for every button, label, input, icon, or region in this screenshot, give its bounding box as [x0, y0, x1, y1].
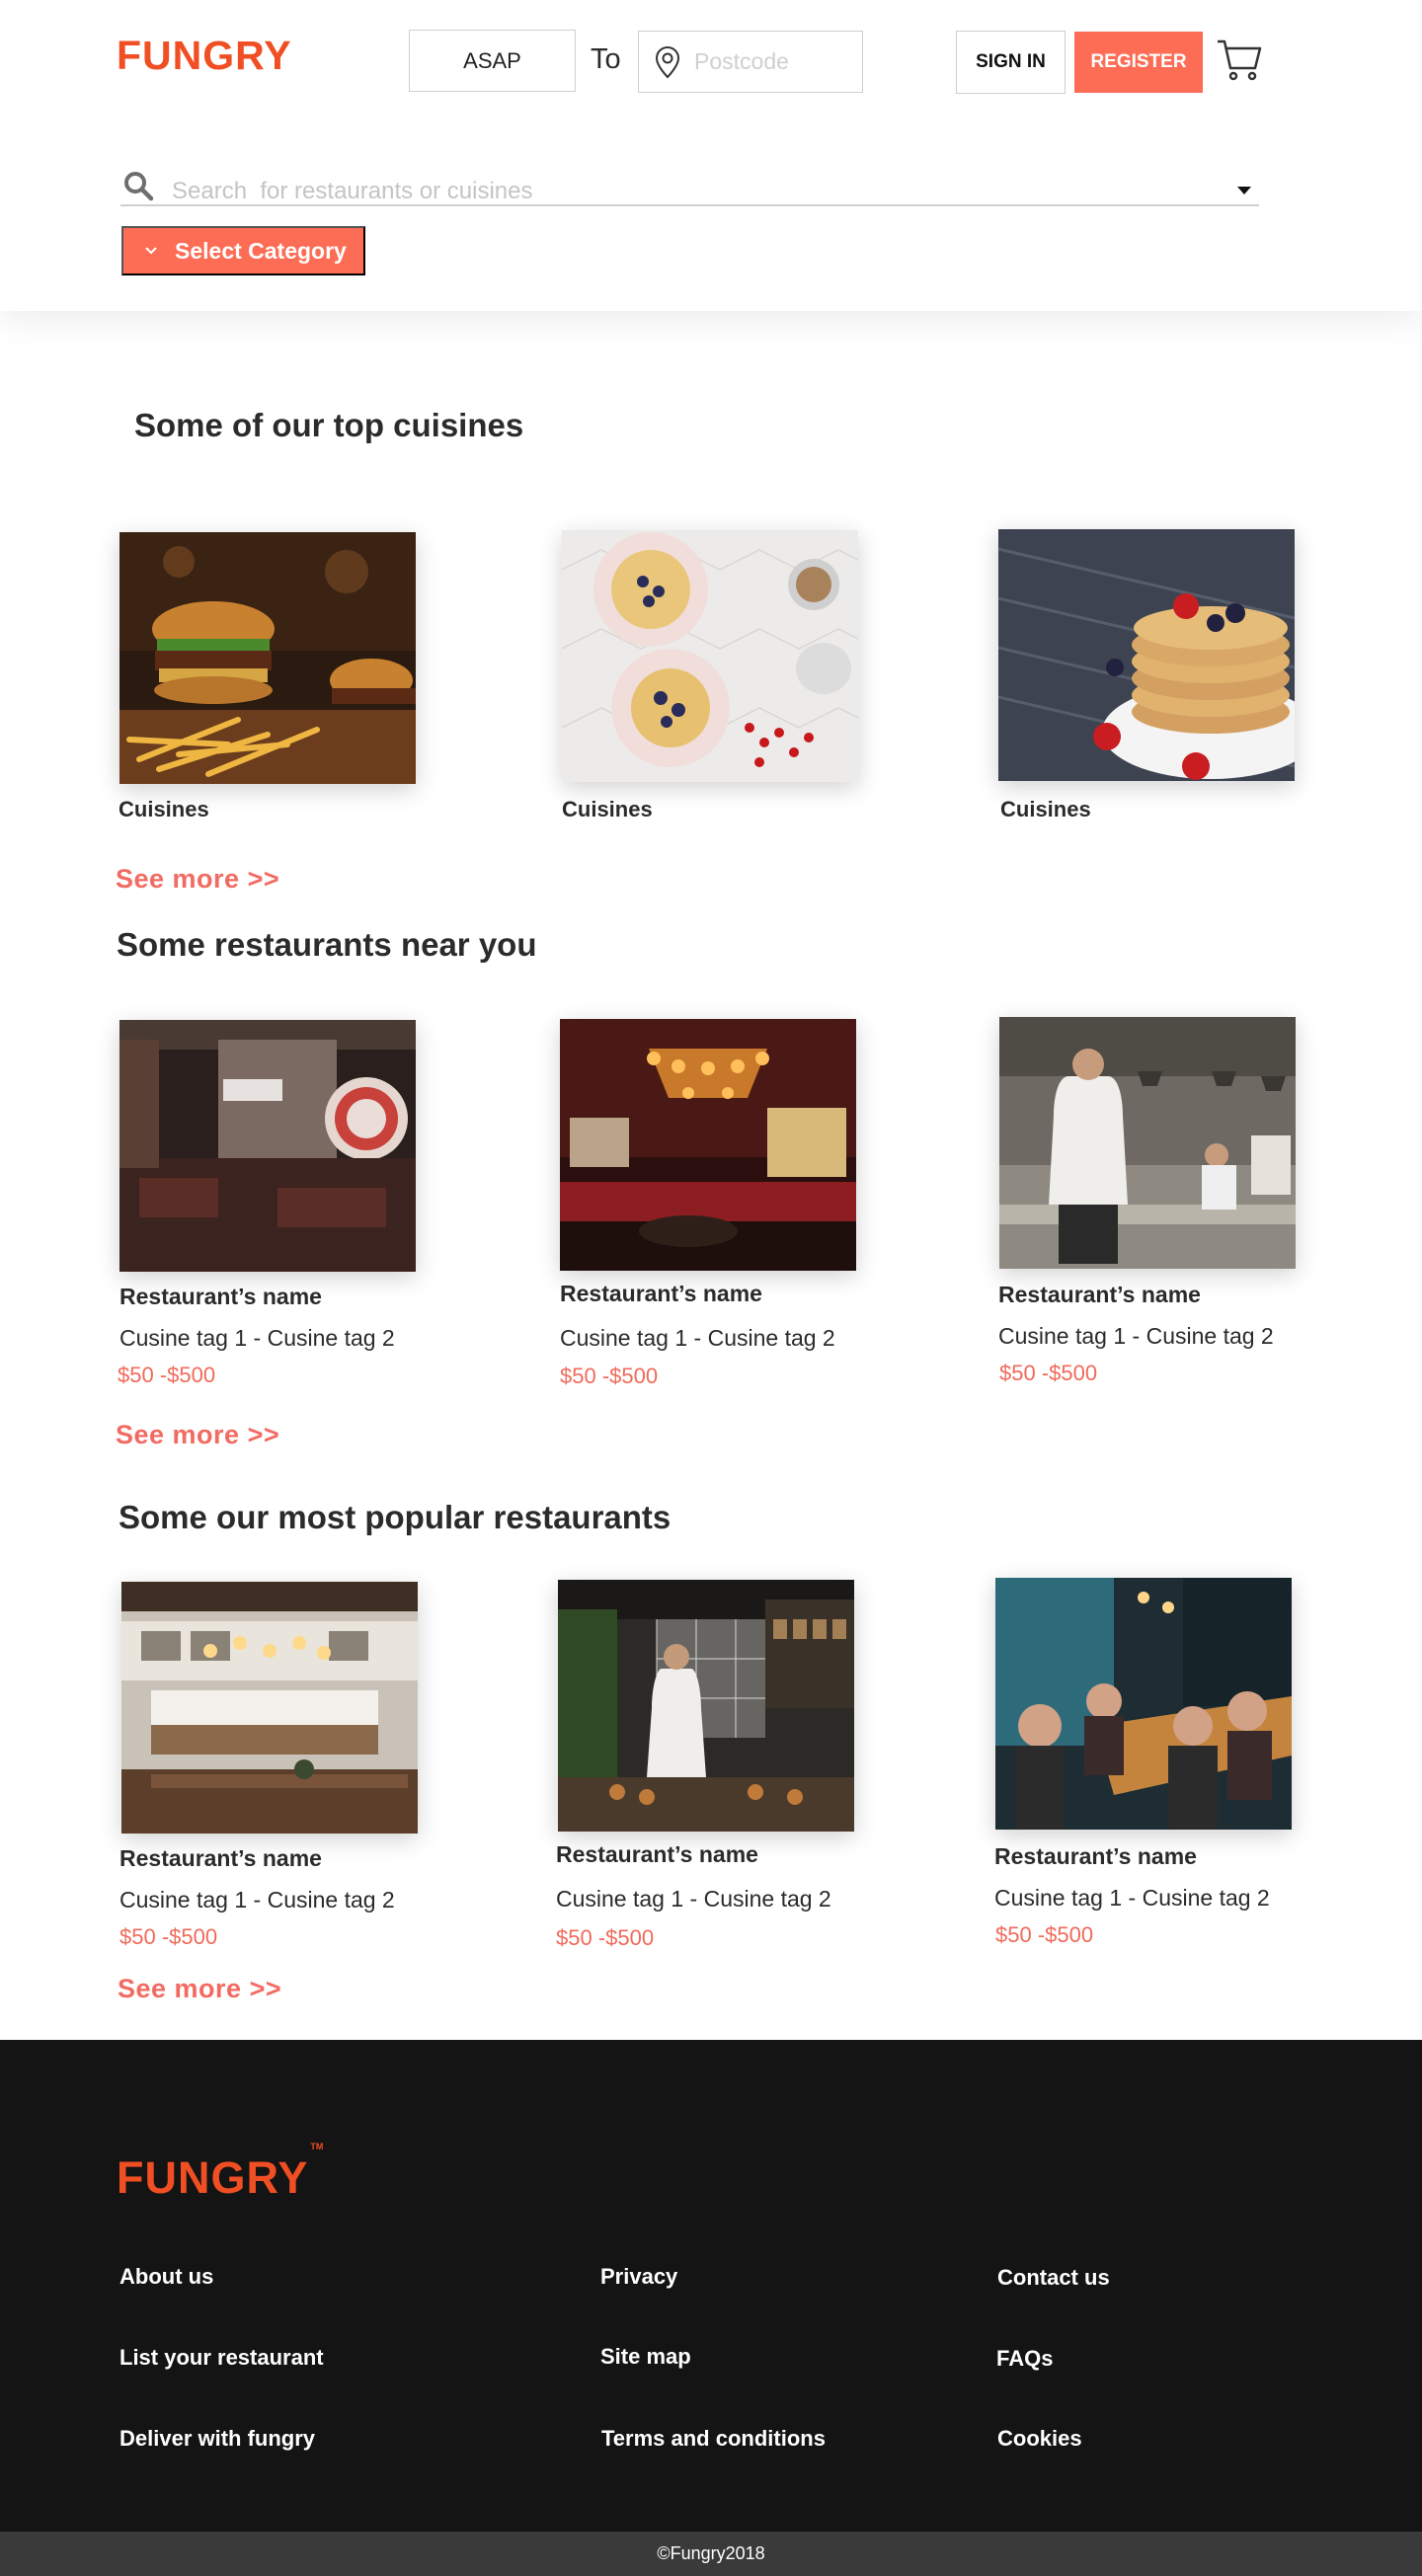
- nearby-see-more-link[interactable]: See more >>: [116, 1420, 279, 1450]
- popular-price-3: $50 -$500: [995, 1922, 1094, 1947]
- nearby-price-1: $50 -$500: [118, 1363, 216, 1387]
- nearby-tags-3: Cusine tag 1 - Cusine tag 2: [998, 1323, 1274, 1349]
- cuisine-label-1: Cuisines: [118, 797, 209, 821]
- select-category-label: Select Category: [175, 237, 347, 264]
- nearby-name-1[interactable]: Restaurant’s name: [119, 1284, 322, 1310]
- nearby-tags-2: Cusine tag 1 - Cusine tag 2: [560, 1325, 835, 1351]
- popular-name-2[interactable]: Restaurant’s name: [556, 1841, 758, 1868]
- popular-name-1[interactable]: Restaurant’s name: [119, 1845, 322, 1872]
- search-bar[interactable]: [120, 170, 1259, 206]
- search-icon: [124, 172, 154, 201]
- sign-in-button[interactable]: SIGN IN: [956, 31, 1066, 94]
- cuisine-label-3: Cuisines: [1000, 797, 1091, 821]
- nearby-tags-1: Cusine tag 1 - Cusine tag 2: [119, 1325, 395, 1351]
- popular-tags-2: Cusine tag 1 - Cusine tag 2: [556, 1886, 831, 1912]
- restaurant-storefront-photo: [119, 1020, 416, 1272]
- nearby-name-3[interactable]: Restaurant’s name: [998, 1282, 1201, 1308]
- diners-table-photo: [995, 1578, 1292, 1830]
- cuisine-image-2[interactable]: [562, 530, 858, 782]
- search-input[interactable]: [172, 178, 1159, 205]
- location-pin-icon: [655, 45, 680, 78]
- chef-kitchen-photo: [999, 1017, 1296, 1269]
- trademark-mark: TM: [310, 2142, 324, 2151]
- cuisines-see-more-link[interactable]: See more >>: [116, 864, 279, 895]
- cafe-interior-photo: [121, 1582, 418, 1834]
- nearby-image-3[interactable]: [999, 1017, 1296, 1269]
- postcode-field[interactable]: [638, 31, 863, 93]
- popular-name-3[interactable]: Restaurant’s name: [994, 1843, 1197, 1870]
- footer-link-faqs[interactable]: FAQs: [996, 2346, 1053, 2372]
- to-label: To: [591, 43, 621, 75]
- nearby-section-title: Some restaurants near you: [117, 926, 537, 963]
- popular-section-title: Some our most popular restaurants: [118, 1499, 672, 1535]
- postcode-input[interactable]: [694, 48, 852, 75]
- footer-link-terms[interactable]: Terms and conditions: [601, 2426, 826, 2452]
- popular-tags-3: Cusine tag 1 - Cusine tag 2: [994, 1885, 1270, 1911]
- copyright-text: ©Fungry2018: [657, 2543, 765, 2563]
- caret-down-icon[interactable]: [1237, 187, 1251, 195]
- nearby-name-2[interactable]: Restaurant’s name: [560, 1281, 762, 1307]
- footer-link-list-restaurant[interactable]: List your restaurant: [119, 2345, 324, 2371]
- nearby-price-2: $50 -$500: [560, 1364, 659, 1388]
- select-category-button[interactable]: Select Category: [121, 226, 365, 275]
- footer-link-about-us[interactable]: About us: [119, 2264, 213, 2290]
- burger-fries-photo: [119, 532, 416, 784]
- nearby-price-3: $50 -$500: [999, 1361, 1098, 1385]
- popular-see-more-link[interactable]: See more >>: [118, 1974, 281, 2004]
- cuisines-section-title: Some of our top cuisines: [134, 407, 524, 443]
- open-kitchen-photo: [558, 1580, 854, 1832]
- popular-price-1: $50 -$500: [119, 1924, 218, 1949]
- footer-link-site-map[interactable]: Site map: [600, 2344, 691, 2370]
- footer-logo-text: FUNGRY: [117, 2152, 309, 2203]
- copyright-bar: ©Fungry2018: [0, 2532, 1422, 2576]
- cuisine-image-3[interactable]: [998, 529, 1295, 781]
- cart-icon[interactable]: [1216, 36, 1263, 83]
- popular-price-2: $50 -$500: [556, 1925, 655, 1950]
- chandelier-dining-room-photo: [560, 1019, 856, 1271]
- popular-image-1[interactable]: [121, 1582, 418, 1834]
- chevron-down-icon: [145, 247, 157, 255]
- nearby-image-2[interactable]: [560, 1019, 856, 1271]
- brand-logo[interactable]: FUNGRY: [117, 36, 292, 76]
- cuisine-label-2: Cuisines: [562, 797, 653, 821]
- breakfast-plates-photo: [562, 530, 858, 782]
- register-button[interactable]: REGISTER: [1074, 32, 1203, 93]
- cuisine-image-1[interactable]: [119, 532, 416, 784]
- footer-link-privacy[interactable]: Privacy: [600, 2264, 677, 2290]
- footer-link-cookies[interactable]: Cookies: [997, 2426, 1082, 2452]
- pancakes-berries-photo: [998, 529, 1295, 781]
- popular-image-3[interactable]: [995, 1578, 1292, 1830]
- popular-image-2[interactable]: [558, 1580, 854, 1832]
- footer-link-contact-us[interactable]: Contact us: [997, 2265, 1110, 2291]
- footer-logo[interactable]: FUNGRYTM: [117, 2143, 323, 2203]
- footer-link-deliver[interactable]: Deliver with fungry: [119, 2426, 315, 2452]
- nearby-image-1[interactable]: [119, 1020, 416, 1272]
- delivery-time-button[interactable]: ASAP: [409, 30, 576, 92]
- popular-tags-1: Cusine tag 1 - Cusine tag 2: [119, 1887, 395, 1912]
